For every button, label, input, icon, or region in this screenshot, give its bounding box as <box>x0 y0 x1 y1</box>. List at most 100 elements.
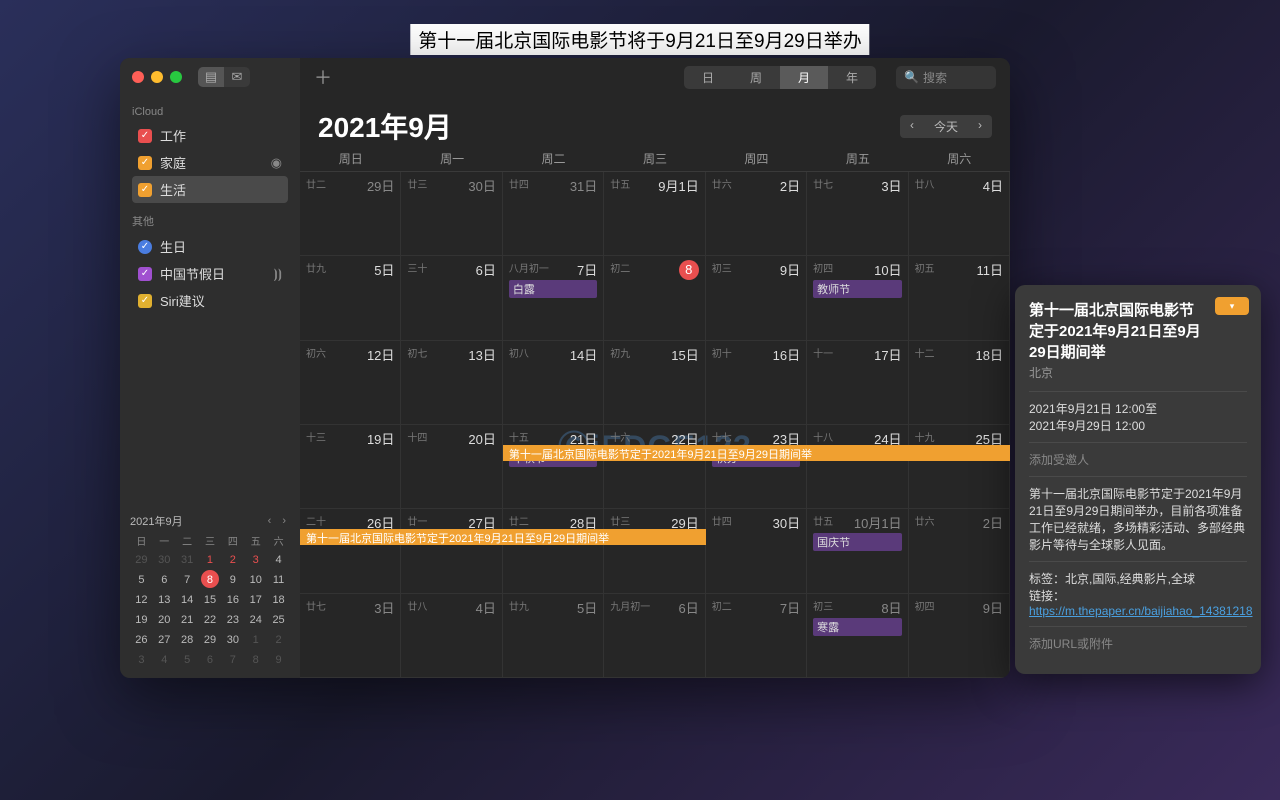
day-cell[interactable]: 十三19日 <box>300 425 401 509</box>
mini-day[interactable]: 31 <box>178 550 196 568</box>
day-cell[interactable]: 初三8日寒露 <box>807 594 908 678</box>
day-cell[interactable]: 初二7日 <box>706 594 807 678</box>
mini-day[interactable]: 1 <box>201 550 219 568</box>
mini-prev-button[interactable]: ‹ <box>264 515 276 527</box>
view-segmented-control[interactable]: 日周月年 <box>684 66 876 89</box>
mini-day[interactable]: 12 <box>132 590 150 608</box>
day-cell[interactable]: 初五11日 <box>909 256 1010 340</box>
close-button[interactable] <box>132 71 144 83</box>
inbox-icon[interactable]: ✉ <box>224 67 250 87</box>
calendar-event[interactable]: 国庆节 <box>813 533 901 551</box>
mini-day[interactable]: 5 <box>178 650 196 668</box>
day-cell[interactable]: 廿四31日 <box>503 172 604 256</box>
mini-day[interactable]: 29 <box>132 550 150 568</box>
mini-day[interactable]: 19 <box>132 610 150 628</box>
mini-day[interactable]: 4 <box>155 650 173 668</box>
day-cell[interactable]: 十六22日 <box>604 425 705 509</box>
calendar-color-chip[interactable] <box>1215 297 1249 315</box>
minimize-button[interactable] <box>151 71 163 83</box>
mini-day[interactable]: 4 <box>270 550 288 568</box>
checkbox-icon[interactable]: ✓ <box>138 156 152 170</box>
add-invitee[interactable]: 添加受邀人 <box>1029 442 1247 476</box>
multi-day-event[interactable]: 第十一届北京国际电影节定于2021年9月21日至9月29日期间举 <box>300 529 706 545</box>
day-cell[interactable]: 廿五10月1日国庆节 <box>807 509 908 593</box>
sidebar-item-生日[interactable]: ✓生日 <box>132 233 288 260</box>
mini-day[interactable]: 18 <box>270 590 288 608</box>
mini-day[interactable]: 6 <box>201 650 219 668</box>
checkbox-icon[interactable]: ✓ <box>138 267 152 281</box>
checkbox-icon[interactable]: ✓ <box>138 240 152 254</box>
calendar-list-icon[interactable]: ▤ <box>198 67 224 87</box>
day-cell[interactable]: 十二18日 <box>909 341 1010 425</box>
sidebar-item-工作[interactable]: ✓工作 <box>132 122 288 149</box>
mini-day[interactable]: 9 <box>270 650 288 668</box>
calendar-event[interactable]: 教师节 <box>813 280 901 298</box>
prev-month-button[interactable]: ‹ <box>900 115 924 138</box>
day-cell[interactable]: 廿一27日 <box>401 509 502 593</box>
mini-day[interactable]: 11 <box>270 570 288 588</box>
mini-day[interactable]: 9 <box>224 570 242 588</box>
mini-day[interactable]: 30 <box>224 630 242 648</box>
day-cell[interactable]: 廿六2日 <box>706 172 807 256</box>
day-cell[interactable]: 初七13日 <box>401 341 502 425</box>
day-cell[interactable]: 廿八4日 <box>909 172 1010 256</box>
day-cell[interactable]: 初四10日教师节 <box>807 256 908 340</box>
day-cell[interactable]: 廿四30日 <box>706 509 807 593</box>
event-time[interactable]: 2021年9月21日 12:00至 2021年9月29日 12:00 <box>1029 391 1247 442</box>
maximize-button[interactable] <box>170 71 182 83</box>
mini-day[interactable]: 2 <box>270 630 288 648</box>
mini-day[interactable]: 29 <box>201 630 219 648</box>
day-cell[interactable]: 九月初一6日 <box>604 594 705 678</box>
calendar-event[interactable]: 寒露 <box>813 618 901 636</box>
view-tab-周[interactable]: 周 <box>732 66 780 89</box>
sidebar-item-Siri建议[interactable]: ✓Siri建议 <box>132 287 288 314</box>
mini-day[interactable]: 5 <box>132 570 150 588</box>
mini-day[interactable]: 7 <box>224 650 242 668</box>
mini-day[interactable]: 30 <box>155 550 173 568</box>
day-cell[interactable]: 廿三30日 <box>401 172 502 256</box>
search-field[interactable]: 🔍 搜索 <box>896 66 996 89</box>
day-cell[interactable]: 八月初一7日白露 <box>503 256 604 340</box>
event-link[interactable]: https://m.thepaper.cn/baijiahao_14381218 <box>1029 604 1253 618</box>
day-cell[interactable]: 十一17日 <box>807 341 908 425</box>
mini-day[interactable]: 26 <box>132 630 150 648</box>
mini-day[interactable]: 10 <box>247 570 265 588</box>
sidebar-mode-toggle[interactable]: ▤ ✉ <box>198 67 250 87</box>
day-cell[interactable]: 初十16日 <box>706 341 807 425</box>
mini-day[interactable]: 14 <box>178 590 196 608</box>
day-cell[interactable]: 初六12日 <box>300 341 401 425</box>
mini-day[interactable]: 1 <box>247 630 265 648</box>
day-cell[interactable]: 初四9日 <box>909 594 1010 678</box>
day-cell[interactable]: 廿七3日 <box>807 172 908 256</box>
mini-next-button[interactable]: › <box>278 515 290 527</box>
day-cell[interactable]: 十八24日 <box>807 425 908 509</box>
mini-day[interactable]: 27 <box>155 630 173 648</box>
day-cell[interactable]: 二十26日 <box>300 509 401 593</box>
view-tab-年[interactable]: 年 <box>828 66 876 89</box>
mini-day[interactable]: 6 <box>155 570 173 588</box>
checkbox-icon[interactable]: ✓ <box>138 129 152 143</box>
mini-day[interactable]: 15 <box>201 590 219 608</box>
today-button[interactable]: 今天 <box>924 115 968 138</box>
day-cell[interactable]: 廿二28日 <box>503 509 604 593</box>
mini-day[interactable]: 16 <box>224 590 242 608</box>
day-cell[interactable]: 廿七3日 <box>300 594 401 678</box>
mini-day[interactable]: 17 <box>247 590 265 608</box>
day-cell[interactable]: 廿六2日 <box>909 509 1010 593</box>
mini-day[interactable]: 22 <box>201 610 219 628</box>
sidebar-item-生活[interactable]: ✓生活 <box>132 176 288 203</box>
view-tab-日[interactable]: 日 <box>684 66 732 89</box>
view-tab-月[interactable]: 月 <box>780 66 828 89</box>
mini-day[interactable]: 24 <box>247 610 265 628</box>
day-cell[interactable]: 初三9日 <box>706 256 807 340</box>
mini-day[interactable]: 3 <box>247 550 265 568</box>
day-cell[interactable]: 三十6日 <box>401 256 502 340</box>
sidebar-item-中国节假日[interactable]: ✓中国节假日⦘⦘ <box>132 260 288 287</box>
mini-day[interactable]: 7 <box>178 570 196 588</box>
day-cell[interactable]: 初九15日 <box>604 341 705 425</box>
day-cell[interactable]: 十四20日 <box>401 425 502 509</box>
mini-day[interactable]: 28 <box>178 630 196 648</box>
next-month-button[interactable]: › <box>968 115 992 138</box>
day-cell[interactable]: 廿二29日 <box>300 172 401 256</box>
add-attachment[interactable]: 添加URL或附件 <box>1029 626 1247 660</box>
